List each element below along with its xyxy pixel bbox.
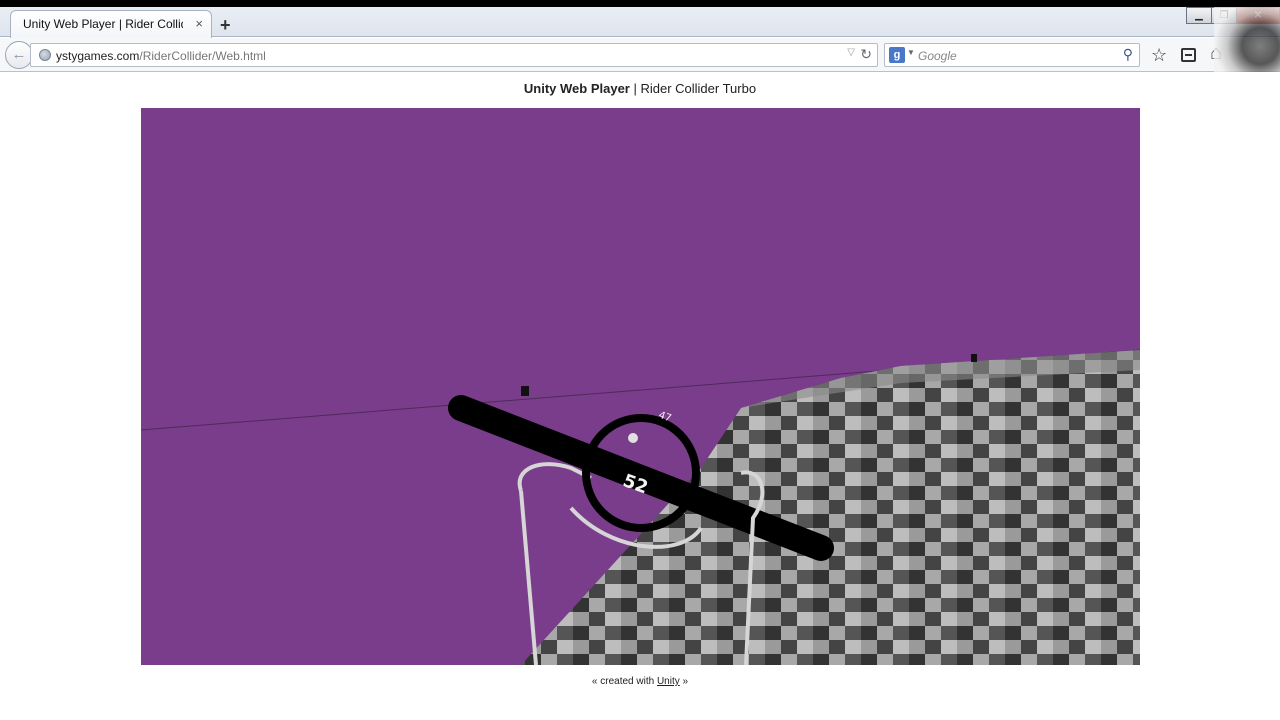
url-path: /RiderCollider/Web.html [139, 49, 266, 63]
new-tab-button[interactable]: + [220, 16, 231, 34]
window-top-edge [0, 0, 1280, 7]
footer-suffix: » [679, 676, 689, 687]
speedometer-hub [628, 433, 638, 443]
page-title-rest: | Rider Collider Turbo [629, 81, 757, 96]
tab-title: Unity Web Player | Rider Collid... [23, 17, 183, 31]
search-bar[interactable]: g ▼ Google ⚲ [884, 43, 1140, 67]
unity-link[interactable]: Unity [657, 676, 680, 687]
search-engine-dropdown-icon[interactable]: ▼ [907, 48, 915, 57]
minimize-button[interactable]: ▁ [1186, 7, 1212, 24]
star-icon[interactable]: ☆ [1151, 45, 1167, 66]
tab-close-icon[interactable]: × [195, 16, 203, 31]
tab-unity-web-player[interactable]: Unity Web Player | Rider Collid... × [10, 10, 212, 38]
footer-prefix: « created with [591, 676, 657, 687]
url-text: ystygames.com/RiderCollider/Web.html [56, 49, 266, 63]
magnifier-icon[interactable]: ⚲ [1123, 46, 1133, 63]
google-icon[interactable]: g [889, 47, 905, 63]
distant-marker [521, 386, 529, 396]
unity-game-canvas[interactable]: 52 47 [141, 108, 1140, 665]
search-placeholder: Google [918, 49, 957, 63]
url-bar[interactable]: ystygames.com/RiderCollider/Web.html ▽ ↻ [30, 43, 878, 67]
navigation-bar: ← ystygames.com/RiderCollider/Web.html ▽… [0, 38, 1280, 72]
browser-theme-image [1214, 7, 1280, 72]
footer: « created with Unity » [0, 676, 1280, 687]
history-dropdown-icon[interactable]: ▽ [847, 47, 855, 58]
game-scene: 52 47 [141, 108, 1140, 665]
url-domain: ystygames.com [56, 49, 140, 63]
back-arrow-icon[interactable]: ← [5, 41, 33, 69]
tab-strip: Unity Web Player | Rider Collid... × + [0, 7, 1280, 38]
page-title: Unity Web Player | Rider Collider Turbo [0, 81, 1280, 96]
distant-marker [971, 354, 977, 362]
bookmarks-icon[interactable] [1181, 48, 1196, 62]
globe-icon [39, 49, 51, 61]
reload-icon[interactable]: ↻ [860, 46, 872, 63]
page-title-bold: Unity Web Player [523, 81, 630, 96]
